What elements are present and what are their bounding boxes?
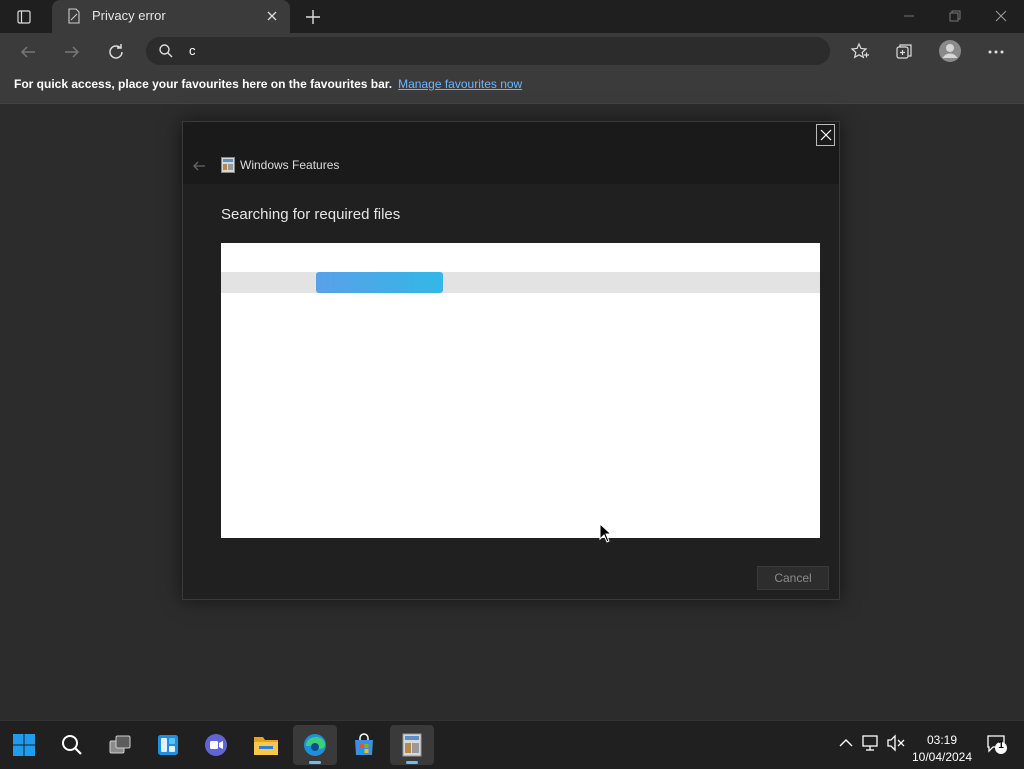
tab-actions-button[interactable] — [8, 6, 40, 28]
store-button[interactable] — [342, 725, 386, 765]
clock-date: 10/04/2024 — [911, 750, 973, 764]
task-view-button[interactable] — [98, 725, 142, 765]
progress-indicator — [316, 272, 443, 293]
edge-taskbar-button[interactable] — [293, 725, 337, 765]
windows-features-app-icon — [221, 157, 235, 173]
taskbar: 03:19 10/04/2024 1 — [0, 720, 1024, 769]
edge-browser-icon — [304, 734, 326, 756]
forward-icon[interactable] — [61, 41, 83, 63]
favorites-bar: For quick access, place your favourites … — [0, 70, 1024, 104]
minimize-icon[interactable] — [898, 6, 920, 26]
page-warning-icon — [68, 8, 80, 24]
favorites-bar-message: For quick access, place your favourites … — [14, 77, 522, 91]
task-view-icon — [109, 735, 131, 754]
windows-features-app-icon — [402, 733, 422, 757]
profile-avatar-icon[interactable] — [938, 39, 962, 63]
network-icon[interactable] — [860, 733, 880, 753]
address-input[interactable]: c — [189, 43, 196, 58]
tab-privacy-error[interactable]: Privacy error — [52, 0, 290, 33]
favorites-icon[interactable] — [849, 41, 871, 63]
dialog-close-button[interactable] — [816, 124, 835, 146]
clock-time: 03:19 — [926, 733, 958, 747]
mouse-cursor-icon — [599, 523, 611, 543]
address-bar[interactable]: c — [146, 37, 830, 65]
dialog-heading: Searching for required files — [221, 206, 401, 223]
windows-features-taskbar-button[interactable] — [390, 725, 434, 765]
back-icon[interactable] — [17, 41, 39, 63]
notification-icon — [987, 735, 1007, 754]
notification-count-badge: 1 — [998, 740, 1004, 751]
folder-icon — [254, 737, 278, 755]
search-icon — [62, 735, 82, 755]
progress-bar — [221, 272, 820, 293]
collections-icon[interactable] — [893, 41, 915, 63]
widgets-button[interactable] — [146, 725, 190, 765]
file-explorer-button[interactable] — [244, 725, 288, 765]
active-app-indicator — [309, 761, 321, 764]
browser-tab-bar: Privacy error — [0, 0, 1024, 33]
tab-close-icon[interactable] — [264, 8, 280, 24]
manage-favourites-link[interactable]: Manage favourites now — [398, 77, 522, 91]
dialog-back-icon[interactable] — [191, 158, 207, 174]
search-icon — [159, 44, 173, 58]
microsoft-store-icon — [355, 733, 373, 755]
windows-features-dialog: Windows Features Searching for required … — [182, 121, 840, 600]
tab-title: Privacy error — [92, 8, 166, 23]
widgets-icon — [158, 735, 178, 755]
dialog-window-title: Windows Features — [240, 158, 340, 172]
cancel-button[interactable]: Cancel — [757, 566, 829, 590]
active-app-indicator — [406, 761, 418, 764]
start-button[interactable] — [2, 725, 46, 765]
favorites-hint-text: For quick access, place your favourites … — [14, 77, 393, 91]
taskbar-search-button[interactable] — [50, 725, 94, 765]
browser-toolbar: c — [0, 33, 1024, 70]
chat-button[interactable] — [194, 725, 238, 765]
notifications-button[interactable]: 1 — [986, 733, 1008, 755]
teams-chat-icon — [205, 734, 227, 756]
dialog-header: Windows Features — [183, 122, 839, 184]
new-tab-icon[interactable] — [302, 6, 324, 28]
system-clock[interactable]: 03:19 10/04/2024 — [906, 732, 978, 766]
refresh-icon[interactable] — [105, 41, 127, 63]
more-options-icon[interactable] — [985, 41, 1007, 63]
windows-logo-icon — [13, 734, 35, 756]
progress-panel — [221, 243, 820, 538]
close-icon — [820, 129, 831, 141]
window-close-icon[interactable] — [990, 6, 1012, 26]
restore-icon[interactable] — [944, 6, 966, 26]
volume-muted-icon[interactable] — [886, 733, 906, 753]
tab-actions-icon — [17, 10, 31, 24]
chevron-up-icon[interactable] — [836, 733, 856, 753]
